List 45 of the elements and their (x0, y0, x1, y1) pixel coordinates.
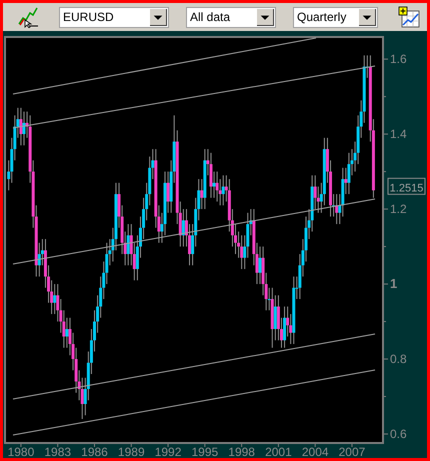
y-axis-label: 1.4 (390, 127, 407, 142)
x-axis-label: 1983 (44, 445, 72, 458)
axis-tick (20, 442, 22, 448)
axis-tick (168, 442, 169, 448)
axis-tick (382, 246, 386, 248)
axis-tick (241, 442, 242, 448)
symbol-dropdown[interactable]: EURUSD (59, 6, 169, 28)
axis-tick (382, 358, 388, 360)
axis-tick (382, 171, 386, 172)
caret-icon (257, 8, 274, 26)
add-chart-icon[interactable] (398, 6, 420, 28)
x-axis-label: 2001 (265, 445, 292, 458)
price-label: 1.2515 (388, 178, 426, 195)
y-axis-label: 0.6 (390, 427, 407, 441)
axis-tick (382, 208, 388, 210)
axis-tick (382, 58, 388, 60)
y-axis-label: 1.2 (390, 202, 407, 216)
axis-tick (382, 134, 388, 135)
y-axis-label: 1.6 (390, 52, 407, 66)
chart-tool-icon[interactable] (17, 6, 39, 28)
x-axis-label: 2007 (338, 445, 366, 458)
x-axis-label: 1998 (228, 445, 255, 458)
axis-tick (314, 442, 316, 448)
axis-tick (130, 442, 132, 448)
x-axis-label: 1980 (8, 445, 34, 458)
x-axis-label: 1986 (81, 445, 108, 458)
axis-tick (351, 442, 352, 448)
axis-tick (94, 442, 95, 448)
x-axis-label: 1992 (154, 445, 182, 458)
axis-tick (382, 396, 386, 398)
axis-tick (382, 96, 386, 98)
axis-tick (57, 442, 58, 448)
axis-tick (382, 284, 388, 285)
range-dropdown[interactable]: All data (186, 6, 276, 28)
x-axis-label: 2004 (302, 445, 329, 458)
axis-tick (204, 442, 206, 448)
caret-icon (150, 8, 167, 26)
x-axis-label: 1989 (118, 445, 145, 458)
axis-tick (382, 321, 386, 322)
x-axis-label: 1995 (192, 445, 218, 458)
caret-icon (359, 8, 376, 26)
y-axis-label: 0.8 (390, 352, 407, 366)
y-axis-label: 1 (390, 276, 398, 292)
period-dropdown[interactable]: Quarterly (293, 6, 378, 28)
axis-tick (278, 442, 279, 448)
